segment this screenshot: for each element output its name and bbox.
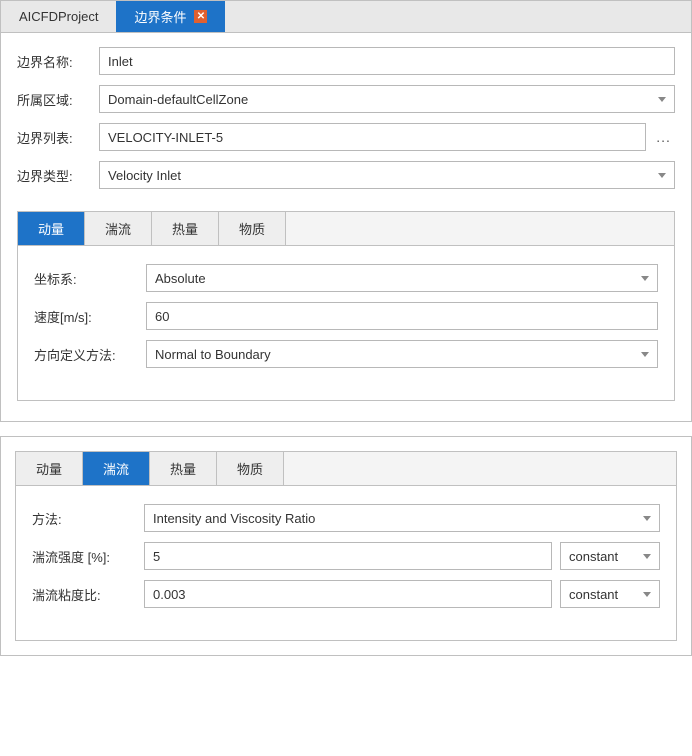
select-coord[interactable]: Absolute xyxy=(146,264,658,292)
row-boundary-type: 边界类型: Velocity Inlet xyxy=(17,161,675,189)
row-turb-method: 方法: Intensity and Viscosity Ratio xyxy=(32,504,660,532)
row-boundary-name: 边界名称: xyxy=(17,47,675,75)
input-boundary-name[interactable] xyxy=(99,47,675,75)
tab-project[interactable]: AICFDProject xyxy=(1,1,116,32)
row-turb-intensity: 湍流强度 [%]: constant xyxy=(32,542,660,570)
label-coord: 坐标系: xyxy=(34,269,146,288)
subtabs-momentum-panel: 动量 湍流 热量 物质 坐标系: Absolute 速度[m/s]: xyxy=(17,211,675,401)
subtabs-turbulence-panel: 动量 湍流 热量 物质 方法: Intensity and Viscosity … xyxy=(15,451,677,641)
subtab-momentum[interactable]: 动量 xyxy=(18,212,85,245)
momentum-body: 坐标系: Absolute 速度[m/s]: 方向定义方法: xyxy=(18,246,674,400)
row-domain: 所属区域: Domain-defaultCellZone xyxy=(17,85,675,113)
select-direction-value: Normal to Boundary xyxy=(155,347,271,362)
input-velocity[interactable] xyxy=(146,302,658,330)
subtab-turbulence[interactable]: 湍流 xyxy=(85,212,152,245)
subtab2-turbulence[interactable]: 湍流 xyxy=(83,452,150,485)
select-intensity-mode[interactable]: constant xyxy=(560,542,660,570)
row-coord: 坐标系: Absolute xyxy=(34,264,658,292)
select-coord-value: Absolute xyxy=(155,271,206,286)
select-turb-method[interactable]: Intensity and Viscosity Ratio xyxy=(144,504,660,532)
more-button[interactable]: ... xyxy=(652,129,675,145)
subtab-bar-2: 动量 湍流 热量 物质 xyxy=(16,452,676,486)
input-boundary-list[interactable] xyxy=(99,123,646,151)
input-turb-intensity[interactable] xyxy=(144,542,552,570)
turbulence-panel: 动量 湍流 热量 物质 方法: Intensity and Viscosity … xyxy=(0,436,692,656)
close-icon[interactable] xyxy=(194,10,207,23)
row-direction: 方向定义方法: Normal to Boundary xyxy=(34,340,658,368)
select-boundary-type[interactable]: Velocity Inlet xyxy=(99,161,675,189)
subtab-thermal[interactable]: 热量 xyxy=(152,212,219,245)
turbulence-body: 方法: Intensity and Viscosity Ratio 湍流强度 [… xyxy=(16,486,676,640)
select-intensity-mode-value: constant xyxy=(569,549,618,564)
boundary-panel: AICFDProject 边界条件 边界名称: 所属区域: Domain-def… xyxy=(0,0,692,422)
row-turb-viscratio: 湍流粘度比: constant xyxy=(32,580,660,608)
label-boundary-list: 边界列表: xyxy=(17,128,99,147)
label-turb-viscratio: 湍流粘度比: xyxy=(32,585,144,604)
input-turb-viscratio[interactable] xyxy=(144,580,552,608)
select-domain-value: Domain-defaultCellZone xyxy=(108,92,248,107)
subtab2-thermal[interactable]: 热量 xyxy=(150,452,217,485)
label-turb-method: 方法: xyxy=(32,509,144,528)
row-boundary-list: 边界列表: ... xyxy=(17,123,675,151)
subtab-species[interactable]: 物质 xyxy=(219,212,286,245)
subtab-bar-1: 动量 湍流 热量 物质 xyxy=(18,212,674,246)
label-turb-intensity: 湍流强度 [%]: xyxy=(32,547,144,566)
label-domain: 所属区域: xyxy=(17,90,99,109)
top-tabstrip: AICFDProject 边界条件 xyxy=(1,1,691,33)
select-direction[interactable]: Normal to Boundary xyxy=(146,340,658,368)
select-domain[interactable]: Domain-defaultCellZone xyxy=(99,85,675,113)
select-viscratio-mode-value: constant xyxy=(569,587,618,602)
tab-boundary[interactable]: 边界条件 xyxy=(116,1,225,32)
label-velocity: 速度[m/s]: xyxy=(34,307,146,326)
tab-project-label: AICFDProject xyxy=(19,9,98,24)
label-direction: 方向定义方法: xyxy=(34,345,146,364)
subtab2-species[interactable]: 物质 xyxy=(217,452,284,485)
subtab2-momentum[interactable]: 动量 xyxy=(16,452,83,485)
form-body: 边界名称: 所属区域: Domain-defaultCellZone 边界列表:… xyxy=(1,33,691,421)
label-boundary-type: 边界类型: xyxy=(17,166,99,185)
row-velocity: 速度[m/s]: xyxy=(34,302,658,330)
label-boundary-name: 边界名称: xyxy=(17,52,99,71)
select-turb-method-value: Intensity and Viscosity Ratio xyxy=(153,511,315,526)
tab-boundary-label: 边界条件 xyxy=(134,7,186,26)
select-viscratio-mode[interactable]: constant xyxy=(560,580,660,608)
select-boundary-type-value: Velocity Inlet xyxy=(108,168,181,183)
